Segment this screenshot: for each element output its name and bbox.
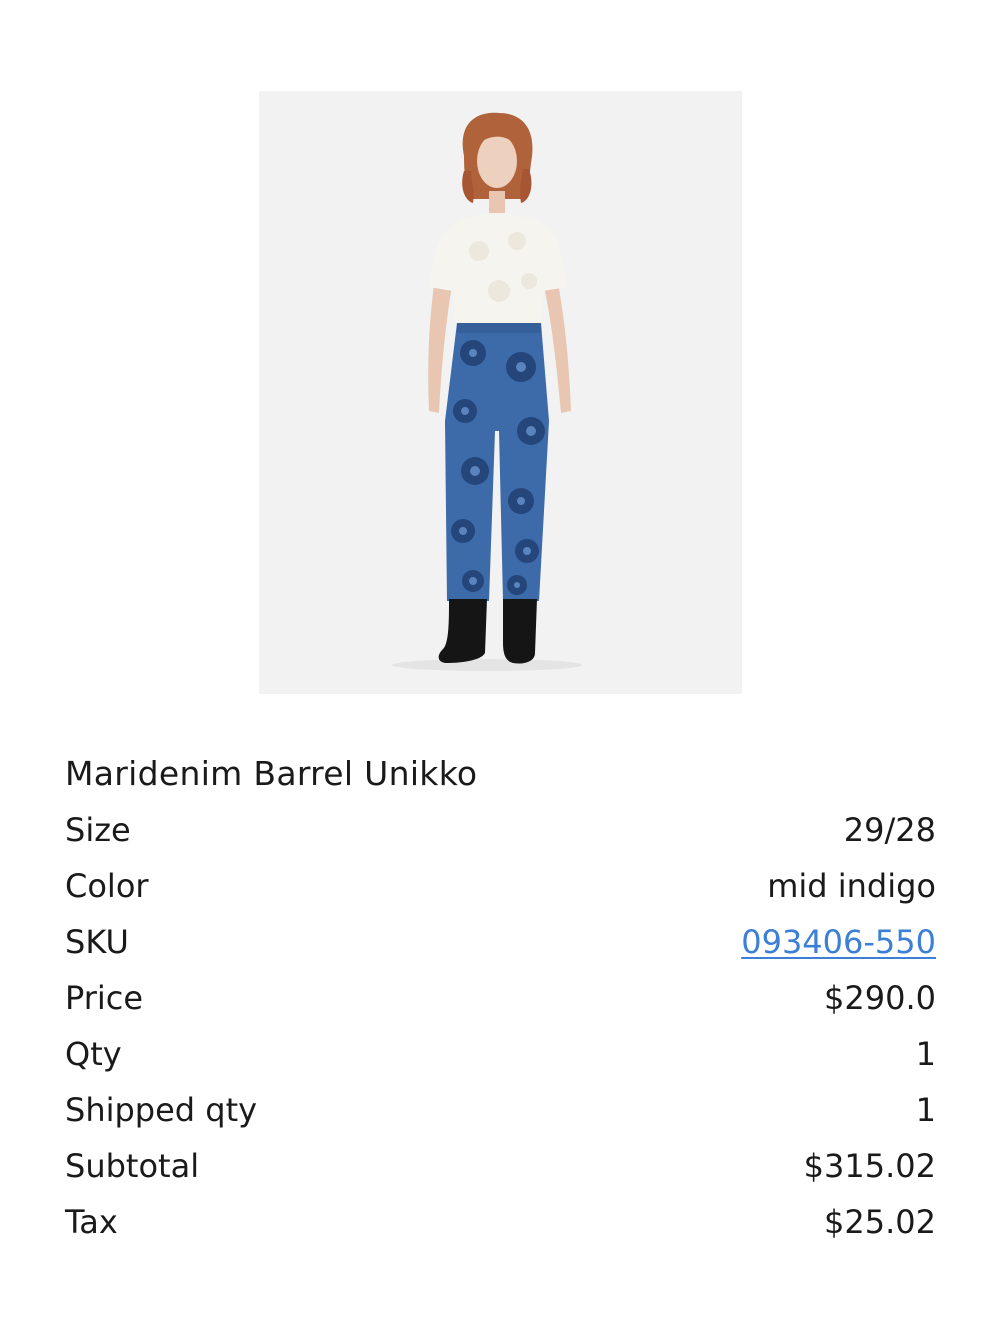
detail-row-size: Size 29/28 [65, 802, 936, 858]
detail-row-subtotal: Subtotal $315.02 [65, 1138, 936, 1194]
shipped-qty-value: 1 [915, 1091, 936, 1129]
detail-row-price: Price $290.0 [65, 970, 936, 1026]
price-label: Price [65, 979, 144, 1017]
tax-label: Tax [65, 1203, 118, 1241]
color-label: Color [65, 867, 149, 905]
sku-link[interactable]: 093406-550 [741, 923, 936, 961]
shipped-qty-label: Shipped qty [65, 1091, 258, 1129]
size-value: 29/28 [843, 811, 936, 849]
price-value: $290.0 [824, 979, 936, 1017]
color-value: mid indigo [767, 867, 936, 905]
tax-value: $25.02 [824, 1203, 936, 1241]
detail-row-qty: Qty 1 [65, 1026, 936, 1082]
detail-row-sku: SKU 093406-550 [65, 914, 936, 970]
size-label: Size [65, 811, 131, 849]
detail-row-shipped-qty: Shipped qty 1 [65, 1082, 936, 1138]
product-name: Maridenim Barrel Unikko [65, 754, 478, 793]
subtotal-value: $315.02 [803, 1147, 936, 1185]
subtotal-label: Subtotal [65, 1147, 200, 1185]
qty-value: 1 [915, 1035, 936, 1073]
sku-label: SKU [65, 923, 129, 961]
product-photo [259, 91, 742, 694]
qty-label: Qty [65, 1035, 122, 1073]
detail-row-color: Color mid indigo [65, 858, 936, 914]
product-image [259, 91, 742, 694]
detail-row-tax: Tax $25.02 [65, 1194, 936, 1250]
order-item-details: Maridenim Barrel Unikko Size 29/28 Color… [65, 746, 936, 1250]
